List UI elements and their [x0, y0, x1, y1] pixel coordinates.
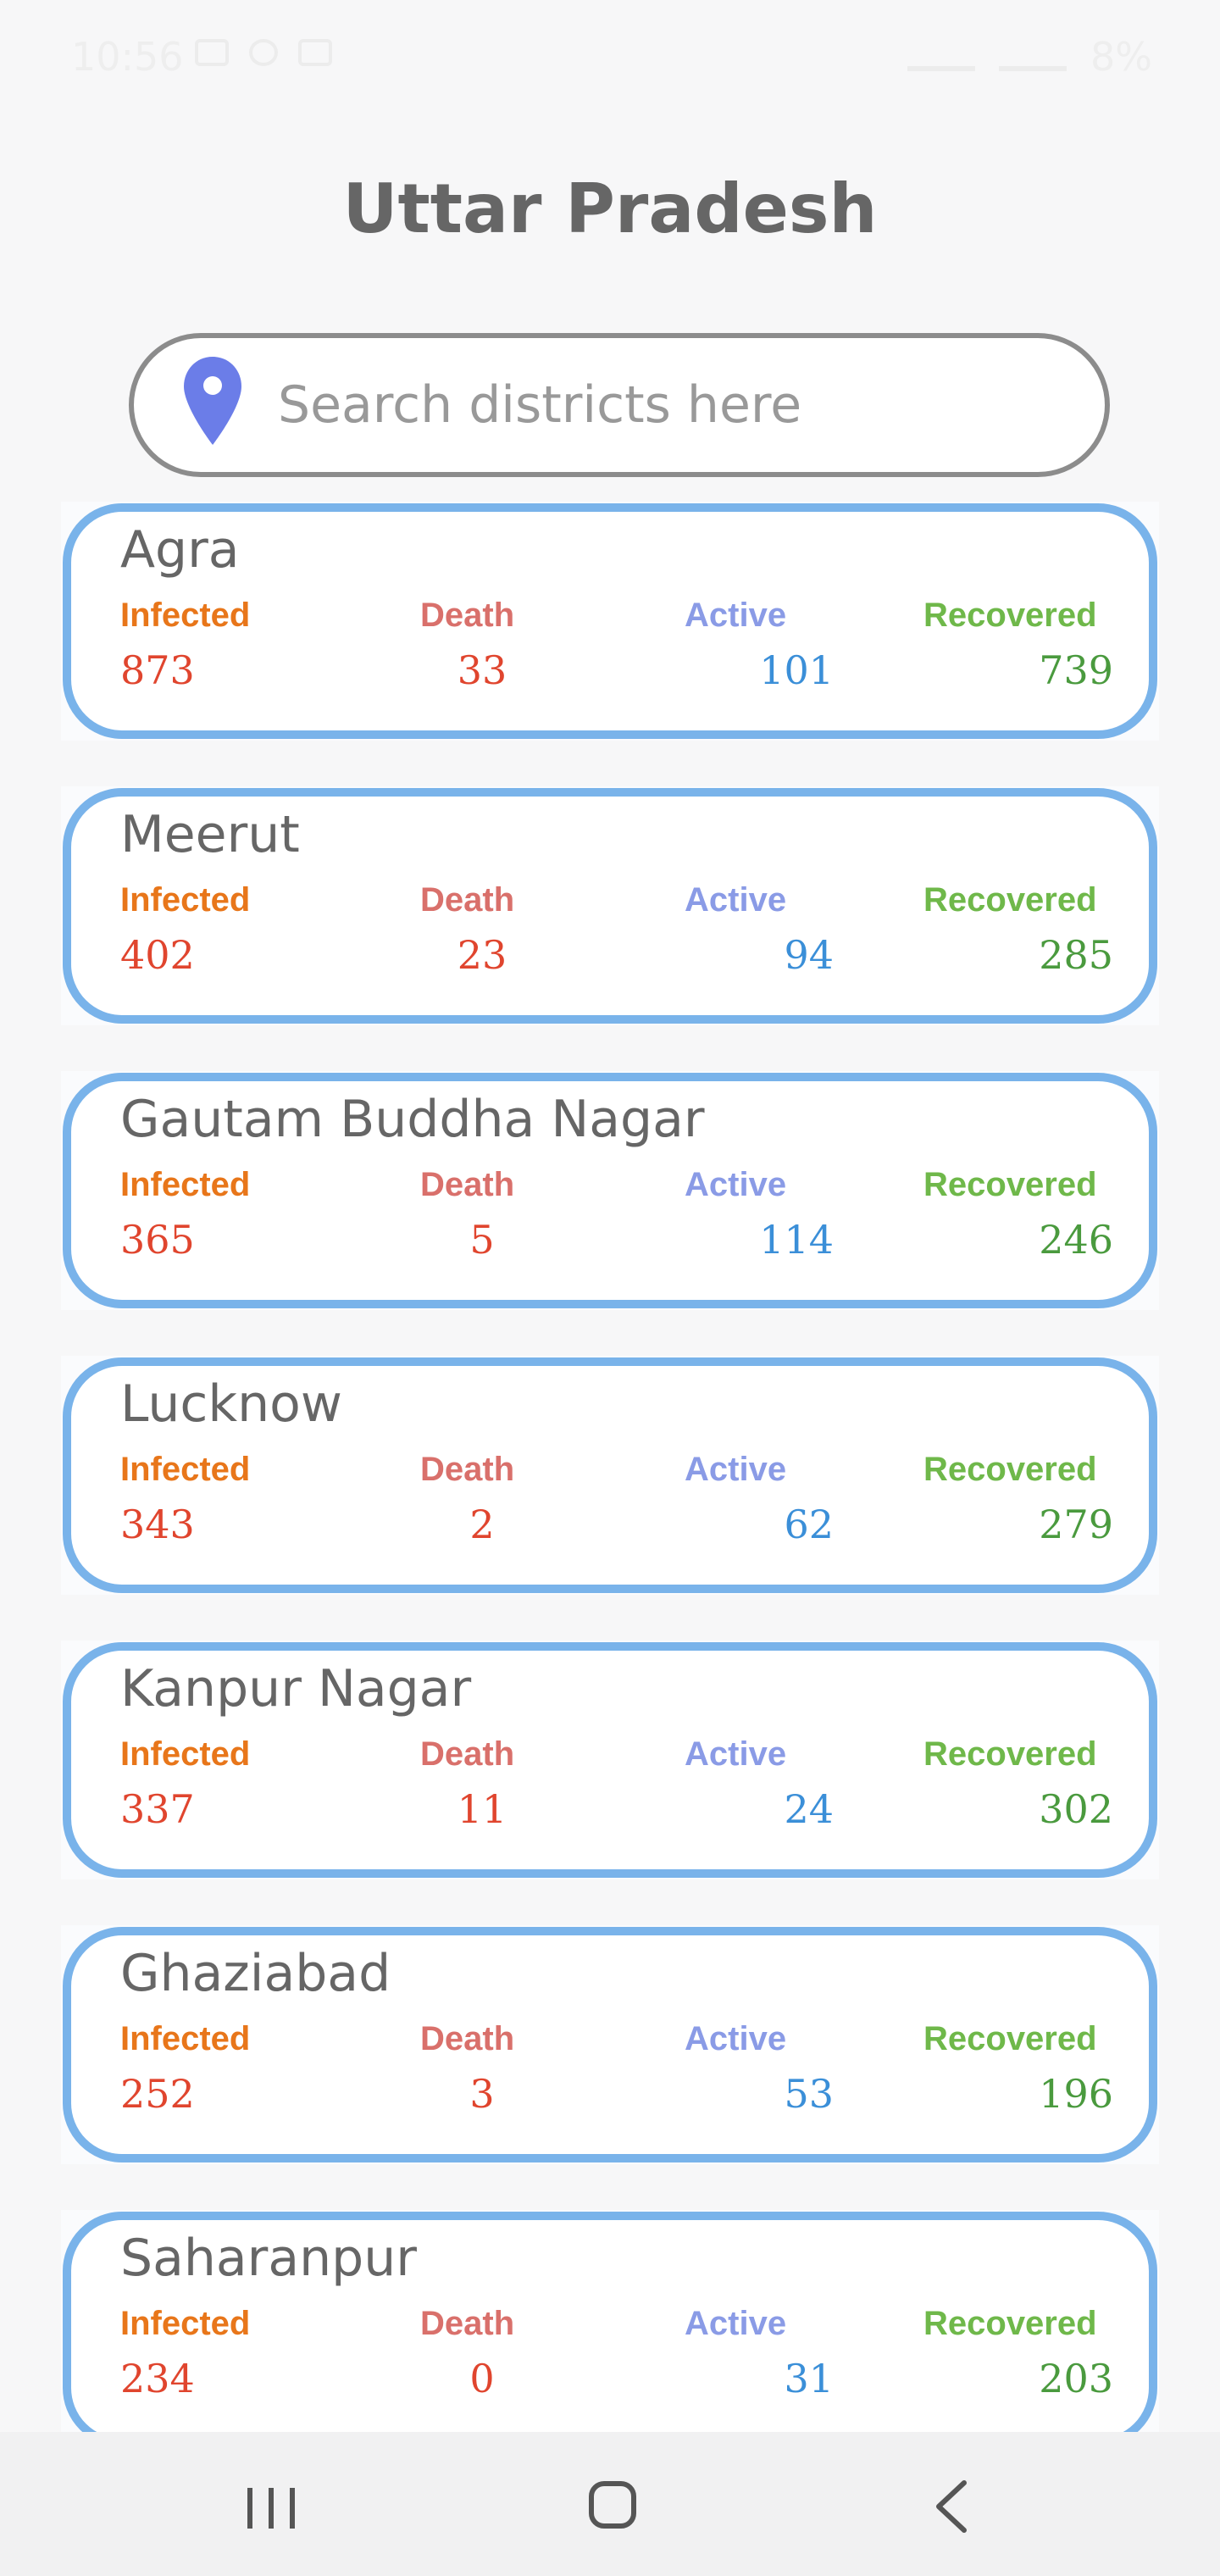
active-value: 31 — [784, 2356, 834, 2401]
recovered-value: 285 — [1039, 932, 1113, 978]
district-name: Ghaziabad — [120, 1944, 391, 2003]
death-label: Death — [420, 597, 515, 634]
recovered-label: Recovered — [923, 881, 1097, 919]
active-value: 114 — [759, 1217, 834, 1263]
recovered-label: Recovered — [923, 2305, 1097, 2342]
district-card[interactable]: Kanpur Nagar Infected Death Active Recov… — [61, 1641, 1159, 1879]
signal-icon — [907, 42, 976, 71]
district-card-border: Gautam Buddha Nagar Infected Death Activ… — [63, 1073, 1157, 1308]
death-value: 0 — [469, 2356, 495, 2401]
infected-value: 365 — [120, 1217, 195, 1263]
district-card-border: Agra Infected Death Active Recovered 873… — [63, 503, 1157, 739]
district-card[interactable]: Gautam Buddha Nagar Infected Death Activ… — [61, 1071, 1159, 1310]
image-notification-icon — [195, 39, 229, 66]
back-icon[interactable] — [932, 2479, 969, 2534]
infected-label: Infected — [120, 597, 251, 634]
page-title: Uttar Pradesh — [342, 169, 878, 248]
district-name: Saharanpur — [120, 2229, 417, 2288]
recovered-value: 203 — [1039, 2356, 1113, 2401]
infected-label: Infected — [120, 1166, 251, 1203]
active-value: 94 — [784, 932, 834, 978]
district-card-border: Saharanpur Infected Death Active Recover… — [63, 2212, 1157, 2447]
recovered-label: Recovered — [923, 1735, 1097, 1773]
active-label: Active — [685, 881, 787, 919]
death-label: Death — [420, 1451, 515, 1488]
death-value: 3 — [469, 2071, 495, 2117]
navigation-bar — [0, 2432, 1220, 2576]
death-value: 2 — [469, 1502, 495, 1547]
status-bar: 10:56 8% — [0, 0, 1220, 110]
death-value: 11 — [457, 1786, 507, 1832]
infected-value: 873 — [120, 647, 195, 693]
location-pin-icon — [184, 357, 241, 445]
home-icon[interactable] — [587, 2479, 638, 2530]
death-value: 33 — [457, 647, 507, 693]
district-card-border: Kanpur Nagar Infected Death Active Recov… — [63, 1642, 1157, 1878]
active-value: 62 — [784, 1502, 834, 1547]
status-time: 10:56 — [71, 34, 184, 80]
death-label: Death — [420, 881, 515, 919]
district-card-border: Lucknow Infected Death Active Recovered … — [63, 1357, 1157, 1593]
infected-label: Infected — [120, 881, 251, 919]
active-value: 53 — [784, 2071, 834, 2117]
active-label: Active — [685, 2305, 787, 2342]
recovered-value: 196 — [1039, 2071, 1113, 2117]
infected-value: 234 — [120, 2356, 195, 2401]
recovered-label: Recovered — [923, 1451, 1097, 1488]
death-label: Death — [420, 2020, 515, 2057]
status-right: 8% — [907, 34, 1152, 80]
active-label: Active — [685, 597, 787, 634]
district-name: Meerut — [120, 805, 300, 864]
infected-value: 343 — [120, 1502, 195, 1547]
district-card[interactable]: Lucknow Infected Death Active Recovered … — [61, 1356, 1159, 1595]
active-label: Active — [685, 1735, 787, 1773]
death-label: Death — [420, 2305, 515, 2342]
district-name: Agra — [120, 520, 240, 580]
district-name: Kanpur Nagar — [120, 1659, 472, 1718]
active-value: 24 — [784, 1786, 834, 1832]
death-label: Death — [420, 1735, 515, 1773]
recovered-value: 302 — [1039, 1786, 1113, 1832]
battery-level: 8% — [1090, 34, 1152, 80]
notification-icons — [195, 39, 332, 66]
screen: 10:56 8% Uttar Pradesh Agra Infected Dea… — [0, 0, 1220, 2576]
recent-apps-icon[interactable] — [246, 2483, 297, 2534]
recovered-value: 279 — [1039, 1502, 1113, 1547]
infected-value: 252 — [120, 2071, 195, 2117]
district-card[interactable]: Saharanpur Infected Death Active Recover… — [61, 2210, 1159, 2449]
active-label: Active — [685, 1451, 787, 1488]
active-value: 101 — [759, 647, 834, 693]
death-label: Death — [420, 1166, 515, 1203]
district-list[interactable]: Agra Infected Death Active Recovered 873… — [61, 502, 1159, 2495]
infected-label: Infected — [120, 1451, 251, 1488]
infected-label: Infected — [120, 2020, 251, 2057]
recovered-value: 246 — [1039, 1217, 1113, 1263]
recovered-value: 739 — [1039, 647, 1113, 693]
infected-value: 402 — [120, 932, 195, 978]
death-value: 5 — [469, 1217, 495, 1263]
active-label: Active — [685, 2020, 787, 2057]
district-card[interactable]: Ghaziabad Infected Death Active Recovere… — [61, 1925, 1159, 2164]
search-box[interactable] — [129, 333, 1110, 477]
infected-label: Infected — [120, 2305, 251, 2342]
district-card-border: Meerut Infected Death Active Recovered 4… — [63, 788, 1157, 1024]
district-card-border: Ghaziabad Infected Death Active Recovere… — [63, 1927, 1157, 2162]
wifi-signal-icon — [999, 42, 1068, 71]
recovered-label: Recovered — [923, 1166, 1097, 1203]
district-name: Gautam Buddha Nagar — [120, 1090, 705, 1149]
recovered-label: Recovered — [923, 597, 1097, 634]
infected-value: 337 — [120, 1786, 195, 1832]
active-label: Active — [685, 1166, 787, 1203]
search-input[interactable] — [278, 338, 1066, 472]
death-value: 23 — [457, 932, 507, 978]
district-name: Lucknow — [120, 1374, 342, 1434]
recovered-label: Recovered — [923, 2020, 1097, 2057]
district-card[interactable]: Meerut Infected Death Active Recovered 4… — [61, 786, 1159, 1025]
infected-label: Infected — [120, 1735, 251, 1773]
mail-notification-icon — [298, 39, 332, 66]
district-card[interactable]: Agra Infected Death Active Recovered 873… — [61, 502, 1159, 741]
app-notification-icon — [249, 39, 278, 66]
